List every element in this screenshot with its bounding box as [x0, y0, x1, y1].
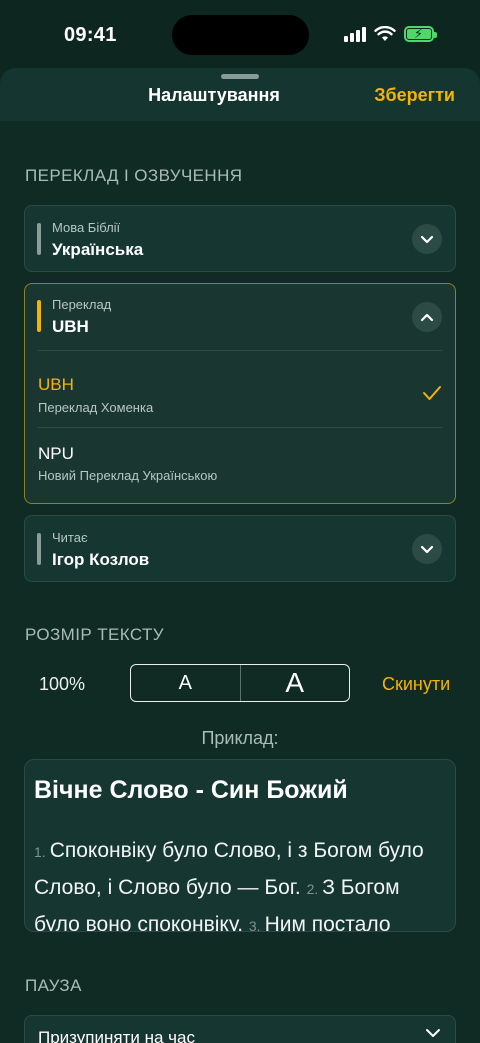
field-indicator: [37, 533, 41, 565]
verse-text: Ним постало: [264, 913, 391, 932]
translation-caption: Переклад: [52, 297, 112, 312]
example-label: Приклад:: [201, 728, 279, 748]
translation-option-npu[interactable]: NPU Новий Переклад Українською: [25, 428, 455, 504]
example-preview: Вічне Слово - Син Божий 1. Споконвіку бул…: [24, 759, 456, 932]
status-time: 09:41: [64, 24, 117, 46]
option-title: UBH: [38, 375, 74, 394]
increase-text-size-button[interactable]: A: [239, 665, 350, 701]
text-size-segmented-control: A A: [130, 664, 350, 702]
text-size-percent: 100%: [39, 674, 86, 694]
pause-value: Призупиняти на час: [38, 1028, 195, 1043]
bible-language-value: Українська: [52, 240, 144, 259]
chevron-down-icon[interactable]: [412, 224, 442, 254]
example-verses: 1. Споконвіку було Слово, і з Богом було …: [34, 833, 449, 932]
cellular-signal-icon: [344, 26, 366, 42]
status-icons: ⚡: [344, 26, 437, 42]
page-title: Налаштування: [148, 85, 280, 105]
checkmark-icon: [423, 386, 441, 400]
battery-charging-icon: ⚡: [404, 26, 437, 42]
bible-language-caption: Мова Біблії: [52, 220, 121, 235]
reader-value: Ігор Козлов: [52, 550, 150, 569]
option-title: NPU: [38, 444, 74, 463]
chevron-down-icon: [426, 1029, 440, 1037]
section-label-translation: ПЕРЕКЛАД І ОЗВУЧЕННЯ: [25, 166, 243, 185]
reader-caption: Читає: [52, 530, 88, 545]
bible-language-select[interactable]: Мова Біблії Українська: [24, 205, 456, 272]
sheet-header: Налаштування Зберегти: [0, 68, 480, 121]
dynamic-island: [172, 15, 309, 55]
sheet-grabber[interactable]: [221, 74, 259, 79]
field-indicator-active: [37, 300, 41, 332]
chevron-up-icon[interactable]: [412, 302, 442, 332]
decrease-text-size-button[interactable]: A: [131, 665, 240, 701]
pause-select[interactable]: Призупиняти на час: [24, 1015, 456, 1043]
status-bar: 09:41 ⚡: [0, 0, 480, 70]
verse-number: 3.: [248, 918, 261, 932]
field-indicator: [37, 223, 41, 255]
option-subtitle: Переклад Хоменка: [38, 400, 154, 415]
wifi-icon: [374, 26, 396, 41]
reader-select[interactable]: Читає Ігор Козлов: [24, 515, 456, 582]
translation-value: UBH: [52, 317, 89, 336]
section-label-text-size: РОЗМІР ТЕКСТУ: [25, 625, 164, 644]
example-title: Вічне Слово - Син Божий: [34, 776, 348, 804]
verse-number: 2.: [306, 881, 319, 897]
option-subtitle: Новий Переклад Українською: [38, 468, 218, 483]
translation-select[interactable]: Переклад UBH UBH Переклад Хоменка NPU Но…: [24, 283, 456, 504]
reset-text-size-button[interactable]: Скинути: [382, 674, 450, 695]
save-button[interactable]: Зберегти: [374, 85, 455, 106]
chevron-down-icon[interactable]: [412, 534, 442, 564]
translation-option-ubh[interactable]: UBH Переклад Хоменка: [25, 351, 455, 427]
section-label-pause: ПАУЗА: [25, 976, 82, 995]
verse-number: 1.: [34, 844, 46, 860]
